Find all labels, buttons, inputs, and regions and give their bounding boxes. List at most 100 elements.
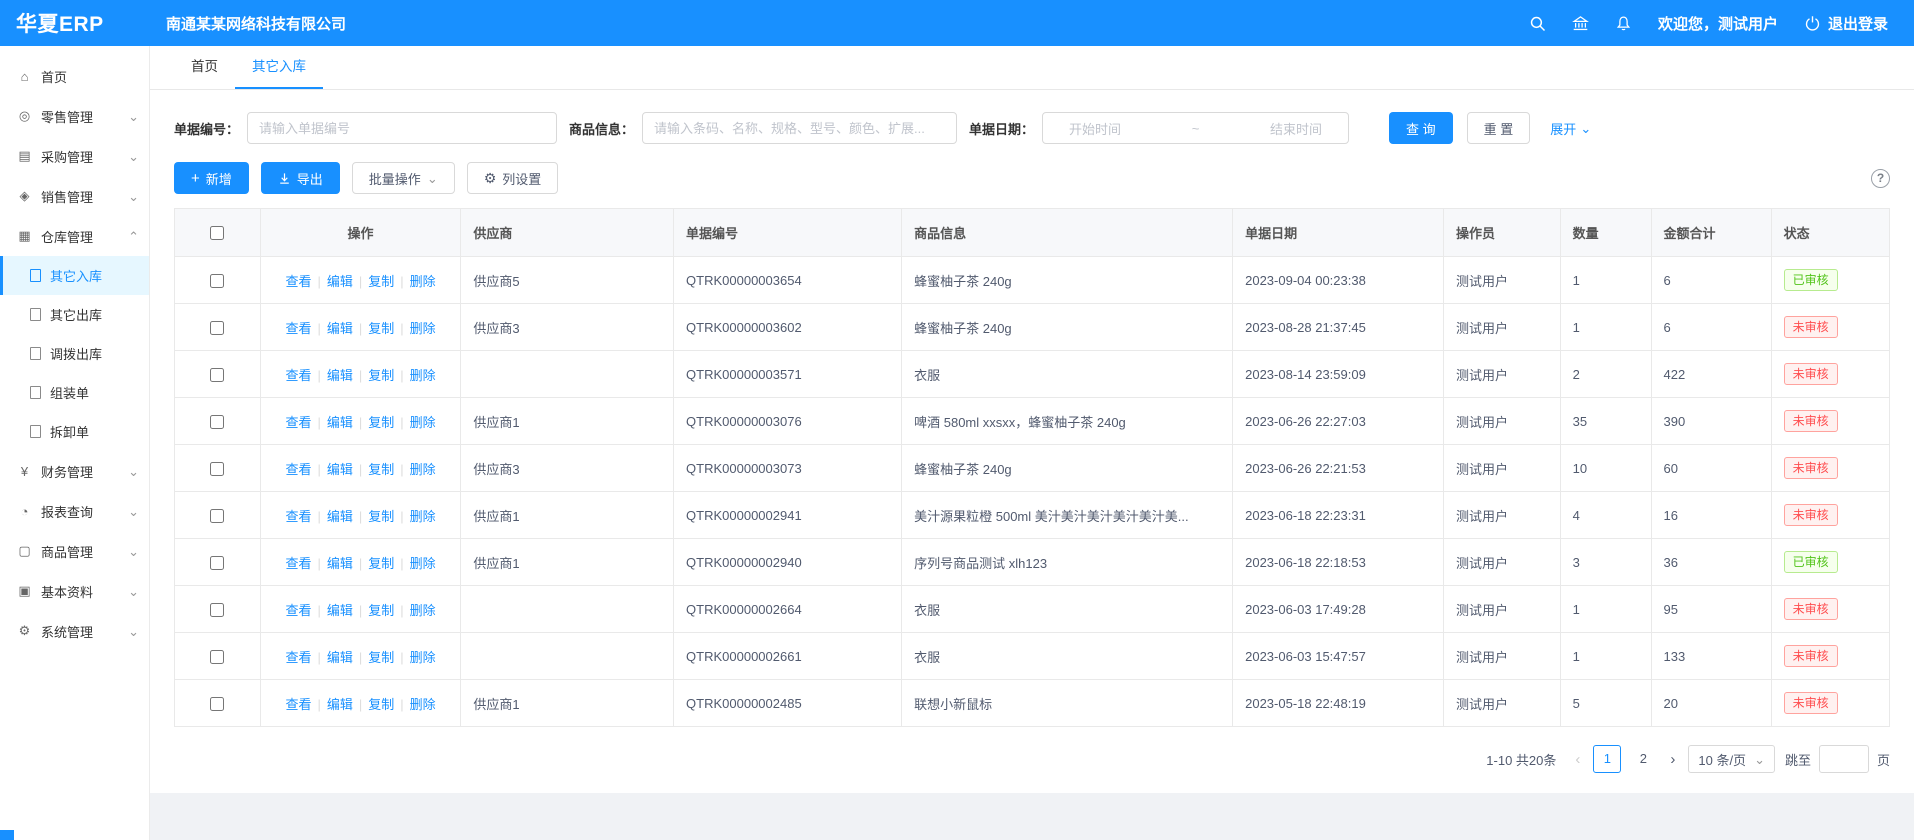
column-settings-button[interactable]: ⚙ 列设置 <box>467 162 559 194</box>
logout-button[interactable]: 退出登录 <box>1804 13 1888 34</box>
edit-link[interactable]: 编辑 <box>327 650 353 665</box>
view-link[interactable]: 查看 <box>285 650 311 665</box>
view-link[interactable]: 查看 <box>285 462 311 477</box>
help-icon[interactable]: ? <box>1871 169 1890 188</box>
view-link[interactable]: 查看 <box>285 697 311 712</box>
edit-link[interactable]: 编辑 <box>327 556 353 571</box>
search-icon[interactable] <box>1529 15 1546 32</box>
view-link[interactable]: 查看 <box>285 321 311 336</box>
date-range-picker[interactable]: 开始时间 ~ 结束时间 <box>1042 112 1349 144</box>
jump-page-input[interactable] <box>1819 745 1869 773</box>
sidebar-subitem-other-outbound[interactable]: 其它出库 <box>0 295 149 334</box>
delete-link[interactable]: 删除 <box>410 321 436 336</box>
prev-page-icon[interactable]: ‹ <box>1572 751 1583 768</box>
view-link[interactable]: 查看 <box>285 509 311 524</box>
sidebar-item-finance[interactable]: ¥财务管理⌄ <box>0 451 149 491</box>
delete-link[interactable]: 删除 <box>410 462 436 477</box>
row-checkbox[interactable] <box>210 368 224 382</box>
row-checkbox[interactable] <box>210 650 224 664</box>
row-checkbox[interactable] <box>210 415 224 429</box>
delete-link[interactable]: 删除 <box>410 603 436 618</box>
operator-cell: 测试用户 <box>1444 257 1561 304</box>
next-page-icon[interactable]: › <box>1667 751 1678 768</box>
notification-bell-icon[interactable] <box>1615 15 1632 32</box>
tab-home[interactable]: 首页 <box>174 46 235 89</box>
platform-icon[interactable] <box>1572 15 1589 32</box>
document-icon <box>30 269 41 282</box>
action-separator: | <box>400 556 403 571</box>
sidebar-subitem-disassembly[interactable]: 拆卸单 <box>0 412 149 451</box>
delete-link[interactable]: 删除 <box>410 509 436 524</box>
copy-link[interactable]: 复制 <box>368 415 394 430</box>
sidebar-item-warehouse[interactable]: ▦仓库管理⌃ <box>0 216 149 256</box>
copy-link[interactable]: 复制 <box>368 462 394 477</box>
expand-filters-link[interactable]: 展开 ⌄ <box>1550 119 1591 138</box>
sidebar-item-goods[interactable]: ▢商品管理⌄ <box>0 531 149 571</box>
edit-link[interactable]: 编辑 <box>327 368 353 383</box>
copy-link[interactable]: 复制 <box>368 368 394 383</box>
product-info-input[interactable] <box>642 112 957 144</box>
sidebar-item-retail[interactable]: ◎零售管理⌄ <box>0 96 149 136</box>
delete-link[interactable]: 删除 <box>410 556 436 571</box>
sidebar-subitem-transfer-outbound[interactable]: 调拨出库 <box>0 334 149 373</box>
row-checkbox[interactable] <box>210 274 224 288</box>
status-cell: 未审核 <box>1771 680 1889 727</box>
view-link[interactable]: 查看 <box>285 556 311 571</box>
copy-link[interactable]: 复制 <box>368 509 394 524</box>
copy-link[interactable]: 复制 <box>368 556 394 571</box>
edit-link[interactable]: 编辑 <box>327 697 353 712</box>
tab-other-inbound[interactable]: 其它入库 <box>235 46 323 89</box>
sidebar-item-basic[interactable]: ▣基本资料⌄ <box>0 571 149 611</box>
copy-link[interactable]: 复制 <box>368 274 394 289</box>
row-checkbox[interactable] <box>210 603 224 617</box>
gear-icon: ⚙ <box>484 171 497 185</box>
view-link[interactable]: 查看 <box>285 415 311 430</box>
search-button[interactable]: 查 询 <box>1389 112 1453 144</box>
delete-link[interactable]: 删除 <box>410 274 436 289</box>
sidebar-item-purchase[interactable]: ▤采购管理⌄ <box>0 136 149 176</box>
row-checkbox[interactable] <box>210 556 224 570</box>
page-button-2[interactable]: 2 <box>1629 745 1657 773</box>
edit-link[interactable]: 编辑 <box>327 509 353 524</box>
row-checkbox[interactable] <box>210 509 224 523</box>
bill-date-cell: 2023-05-18 22:48:19 <box>1233 680 1444 727</box>
view-link[interactable]: 查看 <box>285 274 311 289</box>
sidebar-collapse-handle[interactable] <box>0 830 14 840</box>
select-all-checkbox[interactable] <box>210 226 224 240</box>
sidebar-subitem-assembly[interactable]: 组装单 <box>0 373 149 412</box>
row-checkbox[interactable] <box>210 321 224 335</box>
delete-link[interactable]: 删除 <box>410 368 436 383</box>
reset-button[interactable]: 重 置 <box>1467 112 1531 144</box>
row-checkbox[interactable] <box>210 462 224 476</box>
sidebar-item-home[interactable]: ⌂首页 <box>0 56 149 96</box>
quantity-cell: 3 <box>1560 539 1651 586</box>
view-link[interactable]: 查看 <box>285 603 311 618</box>
table-row: 查看|编辑|复制|删除QTRK00000002661衣服2023-06-03 1… <box>175 633 1890 680</box>
edit-link[interactable]: 编辑 <box>327 462 353 477</box>
edit-link[interactable]: 编辑 <box>327 274 353 289</box>
copy-link[interactable]: 复制 <box>368 603 394 618</box>
sidebar-subitem-other-inbound[interactable]: 其它入库 <box>0 256 149 295</box>
add-button[interactable]: + 新增 <box>174 162 249 194</box>
bill-no-input[interactable] <box>247 112 557 144</box>
action-separator: | <box>359 321 362 336</box>
export-button[interactable]: 导出 <box>261 162 340 194</box>
copy-link[interactable]: 复制 <box>368 697 394 712</box>
edit-link[interactable]: 编辑 <box>327 415 353 430</box>
edit-link[interactable]: 编辑 <box>327 603 353 618</box>
copy-link[interactable]: 复制 <box>368 321 394 336</box>
view-link[interactable]: 查看 <box>285 368 311 383</box>
delete-link[interactable]: 删除 <box>410 415 436 430</box>
row-checkbox[interactable] <box>210 697 224 711</box>
column-header-4: 单据日期 <box>1233 209 1444 257</box>
page-button-1[interactable]: 1 <box>1593 745 1621 773</box>
sidebar-item-sales[interactable]: ◈销售管理⌄ <box>0 176 149 216</box>
sidebar-item-report[interactable]: ◔报表查询⌄ <box>0 491 149 531</box>
delete-link[interactable]: 删除 <box>410 697 436 712</box>
sidebar-item-system[interactable]: ⚙系统管理⌄ <box>0 611 149 651</box>
copy-link[interactable]: 复制 <box>368 650 394 665</box>
batch-actions-button[interactable]: 批量操作 ⌄ <box>352 162 455 194</box>
page-size-select[interactable]: 10 条/页 ⌄ <box>1688 745 1775 773</box>
edit-link[interactable]: 编辑 <box>327 321 353 336</box>
delete-link[interactable]: 删除 <box>410 650 436 665</box>
